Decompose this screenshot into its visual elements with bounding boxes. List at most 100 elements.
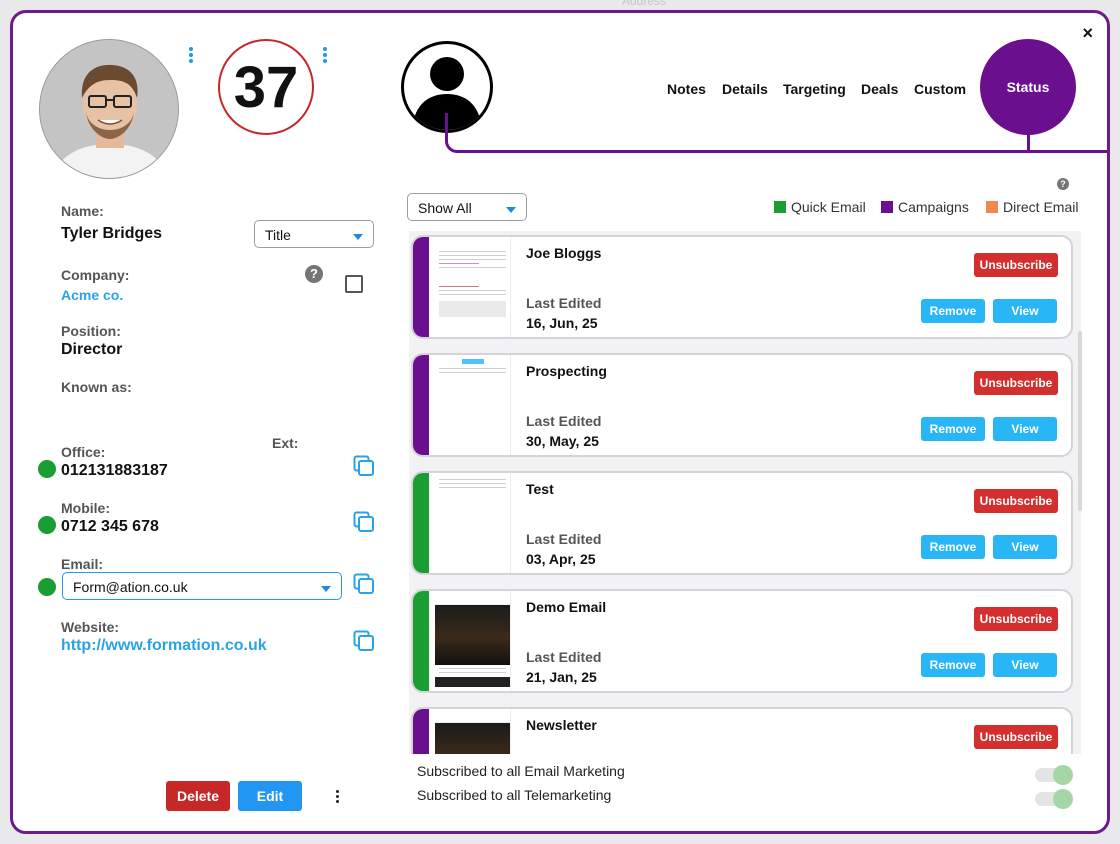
email-name: Test <box>526 481 554 497</box>
type-indicator <box>413 709 429 754</box>
edit-button[interactable]: Edit <box>238 781 302 811</box>
email-select-value: Form@ation.co.uk <box>73 579 188 595</box>
email-thumbnail[interactable] <box>435 591 511 691</box>
view-button[interactable]: View <box>993 653 1057 677</box>
status-tab-stem <box>1027 133 1030 151</box>
legend-campaigns: Campaigns <box>881 199 969 215</box>
email-name: Prospecting <box>526 363 607 379</box>
email-select[interactable]: Form@ation.co.uk <box>62 572 342 600</box>
position-label: Position: <box>61 323 121 339</box>
unsubscribe-button[interactable]: Unsubscribe <box>974 253 1058 277</box>
filter-select[interactable]: Show All <box>407 193 527 221</box>
tab-custom[interactable]: Custom <box>914 81 966 97</box>
chevron-down-icon <box>506 207 516 213</box>
copy-website-icon[interactable] <box>353 630 375 652</box>
email-status-icon <box>38 578 56 596</box>
list-scrollbar[interactable] <box>1078 331 1082 511</box>
type-indicator <box>413 237 429 337</box>
email-thumbnail[interactable] <box>435 709 511 754</box>
title-select[interactable]: Title <box>254 220 374 248</box>
type-indicator <box>413 591 429 691</box>
last-edited-date: 21, Jan, 25 <box>526 669 597 685</box>
legend-swatch <box>881 201 893 213</box>
close-icon[interactable]: × <box>1082 23 1093 44</box>
email-thumbnail[interactable] <box>435 355 511 455</box>
website-link[interactable]: http://www.formation.co.uk <box>61 637 267 655</box>
ext-label: Ext: <box>272 435 299 451</box>
company-link[interactable]: Acme co. <box>61 287 123 303</box>
title-select-value: Title <box>265 227 291 243</box>
contact-modal: × 37 Name: Tyler Bridges Title Company: … <box>10 10 1110 834</box>
remove-button[interactable]: Remove <box>921 535 985 559</box>
copy-mobile-icon[interactable] <box>353 511 375 533</box>
email-marketing-label: Subscribed to all Email Marketing <box>417 763 625 779</box>
legend-direct-email: Direct Email <box>986 199 1078 215</box>
email-name: Newsletter <box>526 717 597 733</box>
type-indicator <box>413 473 429 573</box>
legend-quick-email: Quick Email <box>774 199 866 215</box>
email-thumbnail[interactable] <box>435 237 511 337</box>
unsubscribe-button[interactable]: Unsubscribe <box>974 371 1058 395</box>
remove-button[interactable]: Remove <box>921 653 985 677</box>
tab-targeting[interactable]: Targeting <box>783 81 846 97</box>
email-label: Email: <box>61 556 104 572</box>
list-item[interactable]: Newsletter Unsubscribe <box>411 707 1073 754</box>
email-list[interactable]: Joe Bloggs Last Edited 16, Jun, 25 Unsub… <box>409 231 1081 754</box>
help-icon[interactable]: ? <box>305 265 323 283</box>
office-label: Office: <box>61 444 106 460</box>
unsubscribe-button[interactable]: Unsubscribe <box>974 607 1058 631</box>
remove-button[interactable]: Remove <box>921 417 985 441</box>
tab-details[interactable]: Details <box>722 81 768 97</box>
email-marketing-toggle[interactable] <box>1035 765 1073 785</box>
delete-button[interactable]: Delete <box>166 781 230 811</box>
name-label: Name: <box>61 203 104 219</box>
tab-notes[interactable]: Notes <box>667 81 706 97</box>
list-item[interactable]: Joe Bloggs Last Edited 16, Jun, 25 Unsub… <box>411 235 1073 339</box>
mobile-phone[interactable]: 0712 345 678 <box>61 518 159 536</box>
unsubscribe-button[interactable]: Unsubscribe <box>974 489 1058 513</box>
company-checkbox[interactable] <box>345 275 363 293</box>
office-phone[interactable]: 012131883187 <box>61 462 168 480</box>
email-name: Joe Bloggs <box>526 245 602 261</box>
list-item[interactable]: Prospecting Last Edited 30, May, 25 Unsu… <box>411 353 1073 457</box>
type-indicator <box>413 355 429 455</box>
legend-label: Direct Email <box>1003 199 1079 215</box>
contact-name: Tyler Bridges <box>61 225 163 242</box>
unsubscribe-button[interactable]: Unsubscribe <box>974 725 1058 749</box>
company-label: Company: <box>61 267 130 283</box>
legend-label: Quick Email <box>791 199 866 215</box>
email-name: Demo Email <box>526 599 607 615</box>
filter-select-value: Show All <box>418 200 472 216</box>
telemarketing-label: Subscribed to all Telemarketing <box>417 787 612 803</box>
remove-button[interactable]: Remove <box>921 299 985 323</box>
copy-email-icon[interactable] <box>353 573 375 595</box>
email-thumbnail[interactable] <box>435 473 511 573</box>
tab-status[interactable]: Status <box>980 39 1076 135</box>
mobile-status-icon <box>38 516 56 534</box>
more-options-icon[interactable] <box>336 790 340 805</box>
avatar-menu-icon[interactable] <box>189 45 195 65</box>
legend-swatch <box>774 201 786 213</box>
position-value: Director <box>61 341 123 358</box>
last-edited-label: Last Edited <box>526 531 602 547</box>
known-as-label: Known as: <box>61 379 132 395</box>
tab-deals[interactable]: Deals <box>861 81 898 97</box>
contact-avatar[interactable] <box>39 39 179 179</box>
background-address-label: Address <box>622 0 667 8</box>
list-item[interactable]: Demo Email Last Edited 21, Jan, 25 Unsub… <box>411 589 1073 693</box>
legend-swatch <box>986 201 998 213</box>
toggle-knob <box>1053 789 1073 809</box>
telemarketing-toggle[interactable] <box>1035 789 1073 809</box>
score-menu-icon[interactable] <box>323 45 329 65</box>
view-button[interactable]: View <box>993 299 1057 323</box>
copy-office-icon[interactable] <box>353 455 375 477</box>
last-edited-date: 30, May, 25 <box>526 433 599 449</box>
list-item[interactable]: Test Last Edited 03, Apr, 25 Unsubscribe… <box>411 471 1073 575</box>
lead-score: 37 <box>218 39 314 135</box>
legend-label: Campaigns <box>898 199 969 215</box>
view-button[interactable]: View <box>993 535 1057 559</box>
toggle-knob <box>1053 765 1073 785</box>
last-edited-label: Last Edited <box>526 649 602 665</box>
help-icon[interactable]: ? <box>1057 178 1069 190</box>
view-button[interactable]: View <box>993 417 1057 441</box>
